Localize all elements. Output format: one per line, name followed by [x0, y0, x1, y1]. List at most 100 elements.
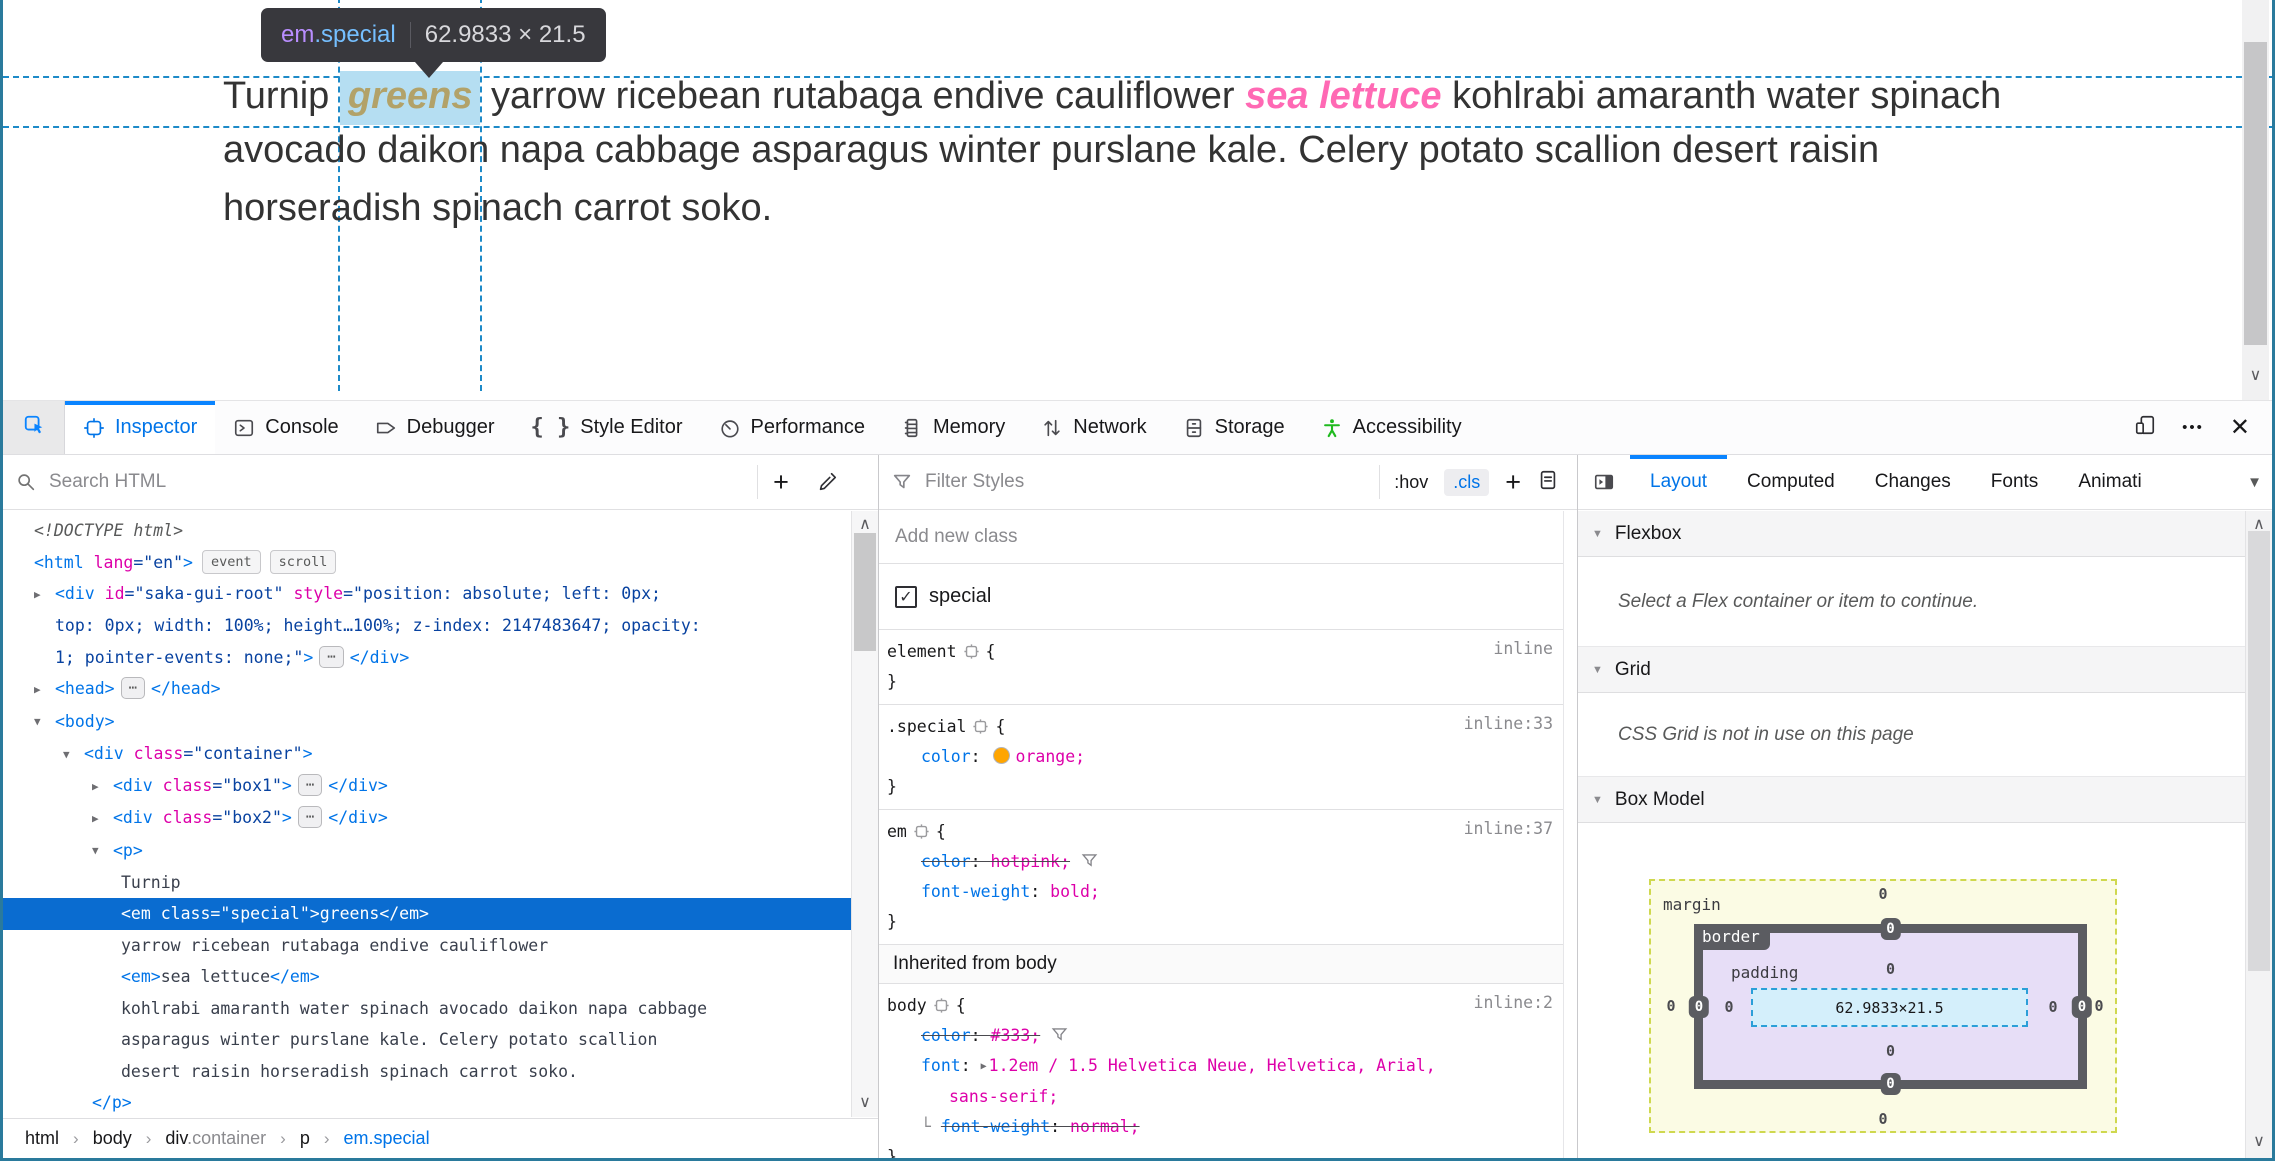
breadcrumb-item-html[interactable]: html [25, 1128, 59, 1149]
add-rule-button[interactable]: + [1505, 468, 1521, 496]
css-declaration[interactable]: color: #333; [887, 1021, 1563, 1051]
scroll-down-icon[interactable]: ∨ [2242, 368, 2269, 384]
devtools-tab-memory[interactable]: Memory [883, 401, 1023, 454]
border-top-value[interactable]: 0 [1880, 918, 1901, 940]
expand-twisty-icon[interactable]: ▶ [34, 674, 55, 706]
rule-selector[interactable]: .special [887, 717, 966, 736]
css-declaration[interactable]: font-weight: bold; [887, 877, 1563, 907]
border-left-value[interactable]: 0 [1688, 995, 1710, 1018]
page-scrollbar-thumb[interactable] [2244, 42, 2267, 345]
overridden-filter-icon[interactable] [1080, 851, 1099, 870]
tree-row[interactable]: desert raisin horseradish spinach carrot… [3, 1056, 851, 1088]
css-declaration[interactable]: color: hotpink; [887, 847, 1563, 877]
devtools-tab-style-editor[interactable]: { } Style Editor [513, 401, 701, 454]
sidebar-tab-layout[interactable]: Layout [1630, 455, 1728, 509]
margin-top-value[interactable]: 0 [1878, 885, 1887, 903]
rule-source-link[interactable]: inline [1493, 639, 1553, 658]
page-scrollbar[interactable]: ∨ [2242, 0, 2269, 400]
collapsed-children-ellipsis[interactable]: ⋯ [120, 677, 146, 700]
devtools-tab-accessibility[interactable]: Accessibility [1303, 401, 1480, 454]
overridden-filter-icon[interactable] [1050, 1025, 1069, 1044]
padding-left-value[interactable]: 0 [1724, 998, 1733, 1016]
breadcrumb-item-div.container[interactable]: div.container [165, 1128, 266, 1149]
padding-bottom-value[interactable]: 0 [1886, 1042, 1895, 1060]
highlight-selector-icon[interactable] [913, 823, 930, 840]
tree-row-selected[interactable]: <em class="special">greens</em> [3, 898, 851, 930]
devtools-tab-debugger[interactable]: Debugger [357, 401, 513, 454]
css-declaration[interactable]: font: ▶ 1.2em / 1.5 Helvetica Neue, Helve… [887, 1051, 1563, 1082]
margin-right-value[interactable]: 0 [2094, 997, 2103, 1015]
highlight-selector-icon[interactable] [963, 643, 980, 660]
tree-row[interactable]: ▼ <body> [3, 706, 851, 738]
stylesheet-icon[interactable] [1537, 469, 1559, 496]
tree-row[interactable]: <!DOCTYPE html> [3, 515, 851, 547]
boxmodel-section-header[interactable]: ▼ Box Model [1578, 777, 2245, 823]
toggle-classes-button[interactable]: .cls [1444, 468, 1490, 496]
markup-scrollbar-thumb[interactable] [854, 533, 876, 651]
toggle-pseudo-classes-button[interactable]: :hov [1394, 472, 1428, 493]
pick-element-button[interactable] [3, 401, 65, 454]
tree-row[interactable]: top: 0px; width: 100%; height…100%; z-in… [3, 610, 851, 642]
highlight-selector-icon[interactable] [972, 718, 989, 735]
collapsed-children-ellipsis[interactable]: ⋯ [319, 645, 344, 668]
devtools-tab-console[interactable]: Console [215, 401, 356, 454]
tree-row[interactable]: ▶ <head> ⋯ </head> [3, 673, 851, 705]
flexbox-section-header[interactable]: ▼ Flexbox [1578, 511, 2245, 557]
padding-top-value[interactable]: 0 [1886, 960, 1895, 978]
tree-row[interactable]: ▼ <p> [3, 835, 851, 867]
add-new-class-input[interactable] [895, 526, 1547, 548]
layout-scrollbar-thumb[interactable] [2248, 531, 2270, 971]
tree-row[interactable]: ▶ <div class="box1"> ⋯ </div> [3, 770, 851, 802]
filter-styles-input[interactable] [925, 471, 1380, 493]
tree-row[interactable]: </p> [3, 1087, 851, 1117]
css-declaration[interactable]: └ font-weight: normal; [887, 1112, 1563, 1142]
expand-twisty-icon[interactable]: ▶ [34, 579, 55, 611]
tree-row[interactable]: <html lang="en"> event scroll [3, 547, 851, 579]
tree-row[interactable]: <em>sea lettuce</em> [3, 961, 851, 993]
highlight-selector-icon[interactable] [933, 997, 950, 1014]
tree-row[interactable]: asparagus winter purslane kale. Celery p… [3, 1024, 851, 1056]
devtools-tab-storage[interactable]: Storage [1165, 401, 1303, 454]
layout-scrollbar[interactable]: ∧ ∨ [2245, 511, 2272, 1158]
expand-twisty-icon[interactable]: ▼ [63, 739, 84, 771]
expand-twisty-icon[interactable]: ▶ [92, 803, 113, 835]
border-bottom-value[interactable]: 0 [1880, 1073, 1901, 1095]
sidebar-toggle-icon[interactable] [1578, 455, 1630, 509]
sidebar-tab-fonts[interactable]: Fonts [1971, 455, 2059, 509]
rule-source-link[interactable]: inline:2 [1474, 993, 1553, 1012]
tree-row[interactable]: ▶ <div id="saka-gui-root" style="position… [3, 578, 851, 610]
tree-row[interactable]: yarrow ricebean rutabaga endive cauliflo… [3, 930, 851, 962]
responsive-design-mode-icon[interactable] [2134, 414, 2156, 441]
devtools-tab-performance[interactable]: Performance [701, 401, 884, 454]
margin-left-value[interactable]: 0 [1666, 997, 1675, 1015]
scroll-down-icon[interactable]: ∨ [852, 1095, 878, 1111]
scroll-up-icon[interactable]: ∧ [852, 517, 878, 533]
rule-selector[interactable]: element [887, 642, 957, 661]
grid-section-header[interactable]: ▼ Grid [1578, 647, 2245, 693]
devtools-tab-network[interactable]: Network [1023, 401, 1164, 454]
scroll-down-icon[interactable]: ∨ [2246, 1134, 2272, 1150]
expand-twisty-icon[interactable]: ▼ [92, 835, 113, 867]
meatball-menu-icon[interactable]: ••• [2182, 419, 2204, 436]
tree-row[interactable]: ▶ <div class="box2"> ⋯ </div> [3, 802, 851, 834]
all-tabs-menu-icon[interactable]: ▼ [2247, 455, 2272, 509]
event-badge[interactable]: scroll [269, 549, 337, 574]
collapsed-children-ellipsis[interactable]: ⋯ [297, 806, 323, 829]
tree-row[interactable]: kohlrabi amaranth water spinach avocado … [3, 993, 851, 1025]
expand-twisty-icon[interactable]: ▶ [92, 771, 113, 803]
eyedropper-icon[interactable] [804, 471, 850, 493]
border-right-value[interactable]: 0 [2071, 995, 2093, 1018]
breadcrumb-item-em.special[interactable]: em.special [344, 1128, 430, 1149]
expand-twisty-icon[interactable]: ▼ [34, 706, 55, 738]
sidebar-tab-animati[interactable]: Animati [2058, 455, 2161, 509]
collapsed-children-ellipsis[interactable]: ⋯ [297, 774, 323, 796]
padding-right-value[interactable]: 0 [2048, 998, 2057, 1016]
sidebar-tab-computed[interactable]: Computed [1727, 455, 1855, 509]
add-node-button[interactable]: + [758, 468, 804, 496]
class-checkbox[interactable]: ✓ [895, 585, 917, 608]
rule-selector[interactable]: body [887, 996, 927, 1015]
margin-bottom-value[interactable]: 0 [1878, 1110, 1887, 1128]
markup-scrollbar[interactable]: ∧ ∨ [851, 511, 878, 1117]
breadcrumb-item-p[interactable]: p [300, 1128, 310, 1149]
sidebar-tab-changes[interactable]: Changes [1855, 455, 1971, 509]
